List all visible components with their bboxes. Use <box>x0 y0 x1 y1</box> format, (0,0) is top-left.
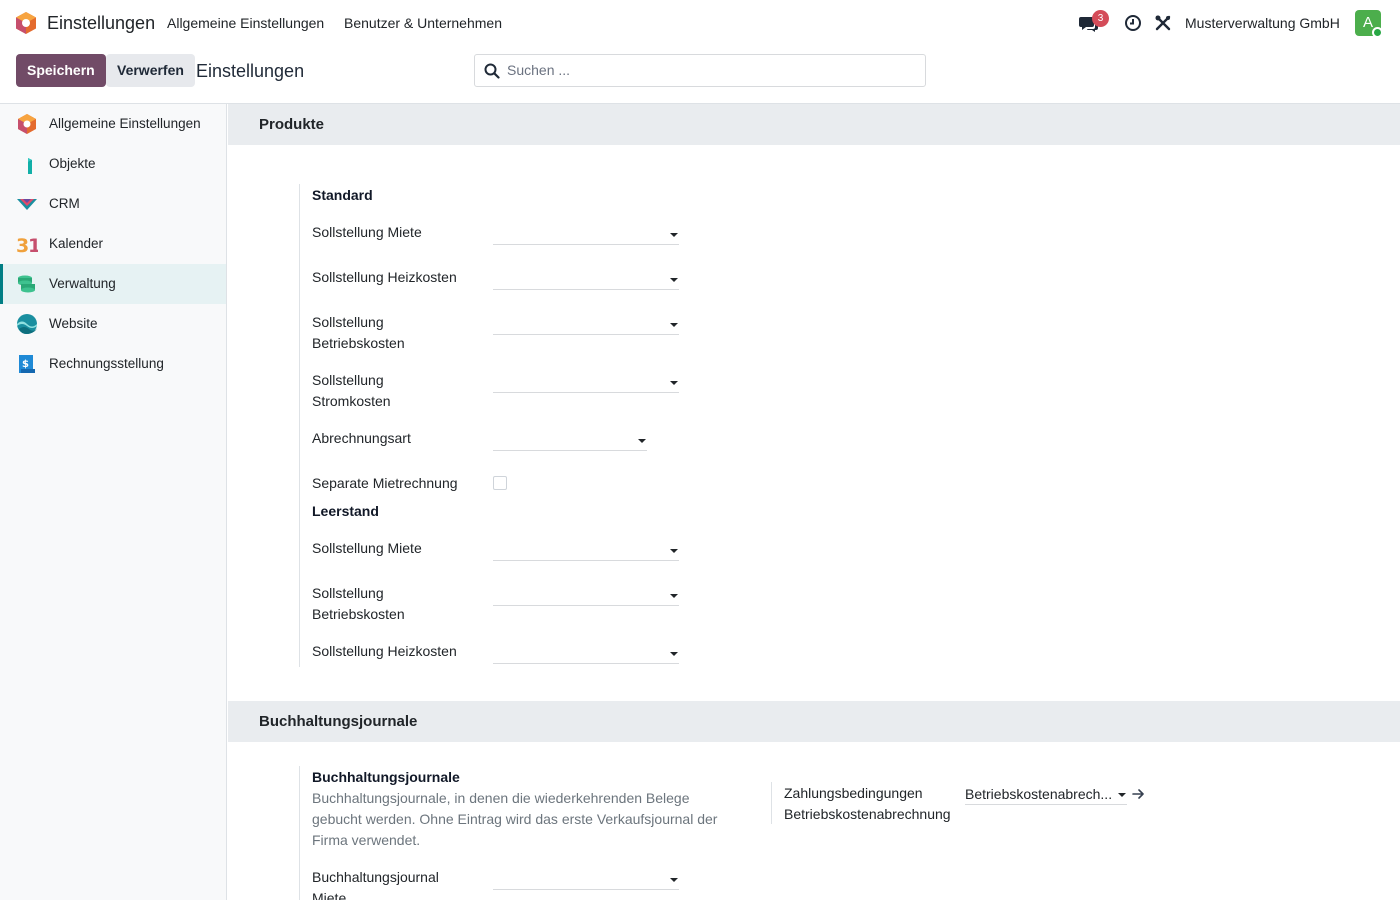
internal-link-arrow-icon[interactable] <box>1132 788 1145 800</box>
rent-journal-select[interactable] <box>493 866 679 890</box>
search-icon <box>484 63 500 79</box>
sidebar-item-calendar[interactable]: 3 1 Kalender <box>0 224 226 264</box>
svg-text:1: 1 <box>28 235 38 255</box>
management-app-icon <box>18 275 35 293</box>
field-label: Betriebskosten <box>312 335 405 351</box>
menu-general-settings[interactable]: Allgemeine Einstellungen <box>167 15 324 31</box>
operating-costs-select[interactable] <box>493 311 679 335</box>
field-label: Zahlungsbedingungen <box>784 785 923 801</box>
clock-icon[interactable] <box>1124 14 1142 32</box>
chevron-down-icon <box>670 278 678 282</box>
chevron-down-icon <box>1118 793 1126 797</box>
chevron-down-icon <box>670 323 678 327</box>
sidebar-item-general-settings[interactable]: Allgemeine Einstellungen <box>0 104 226 144</box>
sidebar-item-objects[interactable]: Objekte <box>0 144 226 184</box>
electricity-costs-select[interactable] <box>493 369 679 393</box>
section-title: Buchhaltungsjournale <box>259 713 418 730</box>
field-label: Abrechnungsart <box>312 430 411 446</box>
search-input[interactable] <box>507 62 907 78</box>
sidebar-item-label: Kalender <box>49 236 104 251</box>
app-title[interactable]: Einstellungen <box>47 13 155 34</box>
chevron-down-icon <box>670 878 678 882</box>
field-label: Sollstellung Heizkosten <box>312 643 457 659</box>
chevron-down-icon <box>638 439 646 443</box>
company-switcher[interactable]: Musterverwaltung GmbH <box>1185 15 1340 31</box>
group-title-journals: Buchhaltungsjournale <box>312 769 460 785</box>
sidebar-item-label: Objekte <box>49 156 96 171</box>
field-label: Sollstellung Miete <box>312 224 422 240</box>
payment-terms-value: Betriebskostenabrech... <box>965 786 1113 802</box>
field-label: Miete <box>312 890 347 900</box>
field-label: Betriebskosten <box>312 606 405 622</box>
group-divider <box>299 184 300 667</box>
chevron-down-icon <box>670 549 678 553</box>
separate-rent-invoice-checkbox[interactable] <box>493 476 507 490</box>
sidebar-item-label: Rechnungsstellung <box>49 356 164 371</box>
chevron-down-icon <box>670 381 678 385</box>
rent-product-select[interactable] <box>493 221 679 245</box>
field-label: Stromkosten <box>312 393 391 409</box>
sidebar-item-label: Website <box>49 316 98 331</box>
invoicing-app-icon: $ <box>19 355 35 373</box>
settings-sidebar: Allgemeine Einstellungen Objekte CRM 3 1… <box>0 104 227 900</box>
page-title: Einstellungen <box>196 61 305 81</box>
group-title-vacancy: Leerstand <box>312 503 379 519</box>
vacancy-heating-costs-select[interactable] <box>493 640 679 664</box>
sidebar-item-label: Allgemeine Einstellungen <box>49 116 201 131</box>
journals-help-text: Buchhaltungsjournale, in denen die wiede… <box>312 790 718 848</box>
top-navbar: Einstellungen Allgemeine Einstellungen B… <box>0 0 1400 46</box>
svg-text:$: $ <box>22 359 29 370</box>
chevron-down-icon <box>670 594 678 598</box>
search-box[interactable] <box>474 54 926 87</box>
debug-tools-icon[interactable] <box>1154 14 1172 32</box>
field-label: Sollstellung <box>312 372 384 388</box>
sidebar-item-crm[interactable]: CRM <box>0 184 226 224</box>
objects-app-icon <box>28 158 32 174</box>
settings-app-logo-icon[interactable] <box>15 11 37 35</box>
field-label: Buchhaltungsjournal <box>312 869 439 885</box>
save-button[interactable]: Speichern <box>16 54 106 87</box>
online-status-dot <box>1372 27 1383 38</box>
group-title-standard: Standard <box>312 187 373 203</box>
website-app-icon <box>17 314 37 334</box>
vacancy-operating-costs-select[interactable] <box>493 582 679 606</box>
discard-button[interactable]: Verwerfen <box>106 54 195 87</box>
sidebar-item-invoicing[interactable]: $ Rechnungsstellung <box>0 344 226 384</box>
vacancy-rent-select[interactable] <box>493 537 679 561</box>
sidebar-item-management[interactable]: Verwaltung <box>0 264 226 304</box>
field-label: Separate Mietrechnung <box>312 475 458 491</box>
heating-costs-select[interactable] <box>493 266 679 290</box>
field-label: Sollstellung Heizkosten <box>312 269 457 285</box>
calendar-app-icon: 3 1 <box>16 235 38 255</box>
section-header-journals: Buchhaltungsjournale <box>228 701 1400 742</box>
sidebar-item-label: Verwaltung <box>49 276 116 291</box>
field-label: Sollstellung <box>312 314 384 330</box>
sidebar-item-label: CRM <box>49 196 80 211</box>
section-header-products: Produkte <box>228 104 1400 145</box>
field-label: Betriebskostenabrechnung <box>784 806 951 822</box>
chevron-down-icon <box>670 233 678 237</box>
settings-app-icon <box>18 114 36 134</box>
menu-users-companies[interactable]: Benutzer & Unternehmen <box>344 15 502 31</box>
sidebar-item-website[interactable]: Website <box>0 304 226 344</box>
chevron-down-icon <box>670 652 678 656</box>
billing-type-select[interactable] <box>493 427 647 451</box>
group-divider <box>771 782 772 824</box>
section-title: Produkte <box>259 116 325 133</box>
group-divider <box>299 766 300 900</box>
field-label: Sollstellung Miete <box>312 540 422 556</box>
messages-badge: 3 <box>1092 10 1109 27</box>
crm-app-icon <box>17 199 37 210</box>
field-label: Sollstellung <box>312 585 384 601</box>
